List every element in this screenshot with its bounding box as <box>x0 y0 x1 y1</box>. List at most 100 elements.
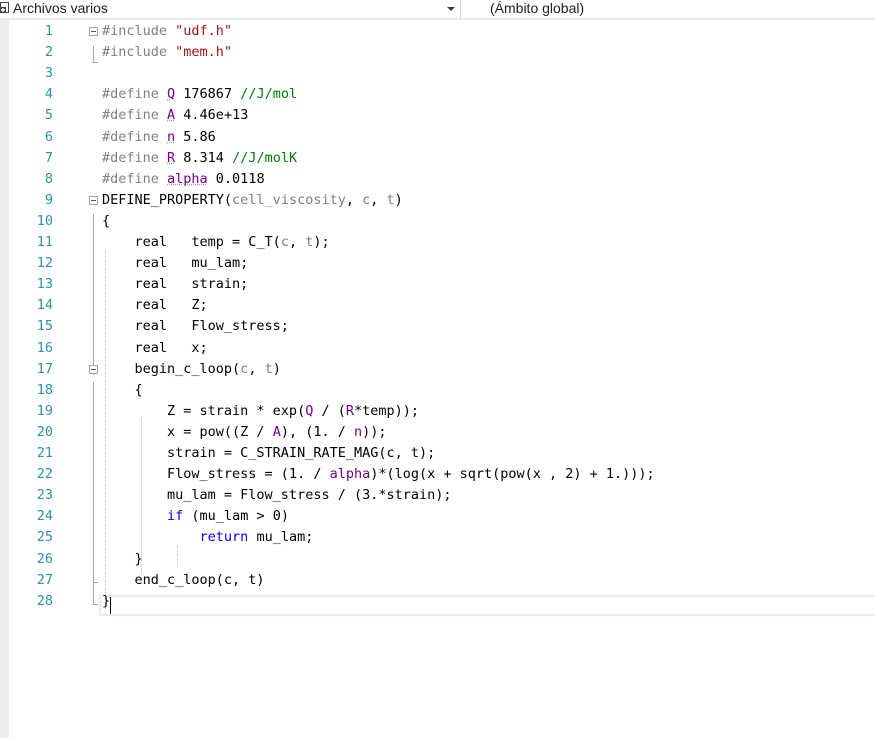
code-line[interactable]: 10 { <box>0 211 875 232</box>
code-text[interactable]: mu_lam = Flow_stress / (3.*strain); <box>102 485 452 506</box>
code-text[interactable]: #include "mem.h" <box>102 42 232 63</box>
line-number: 12 <box>36 255 53 271</box>
line-number: 21 <box>36 445 53 461</box>
line-number: 28 <box>36 593 53 609</box>
line-number: 3 <box>44 65 53 81</box>
code-text[interactable]: DEFINE_PROPERTY(cell_viscosity, c, t) <box>102 190 403 211</box>
code-line[interactable]: 25 return mu_lam; <box>0 527 875 548</box>
code-text[interactable]: real temp = C_T(c, t); <box>102 232 330 253</box>
code-text[interactable]: return mu_lam; <box>102 527 314 548</box>
code-line[interactable]: 2 #include "mem.h" <box>0 42 875 63</box>
code-token: 5.86 <box>175 129 216 145</box>
code-token: begin_c_loop( <box>102 361 241 377</box>
code-line[interactable]: 20 x = pow((Z / A), (1. / n)); <box>0 422 875 443</box>
line-number: 13 <box>36 276 53 292</box>
collapse-icon[interactable] <box>89 365 98 374</box>
code-token: A <box>272 424 281 440</box>
code-line[interactable]: 23 mu_lam = Flow_stress / (3.*strain); <box>0 485 875 506</box>
code-text[interactable]: #define A 4.46e+13 <box>102 105 248 126</box>
project-dropdown-label: Archivos varios <box>13 0 108 16</box>
code-token: { <box>102 382 143 398</box>
code-token: cell_viscosity <box>232 192 346 208</box>
code-text[interactable]: { <box>102 380 143 401</box>
code-text[interactable]: strain = C_STRAIN_RATE_MAG(c, t); <box>102 443 435 464</box>
code-text[interactable]: Z = strain * exp(Q / (R*temp)); <box>102 401 419 422</box>
line-number: 11 <box>36 234 53 250</box>
code-token: } <box>102 593 111 609</box>
navigation-bar: Archivos varios (Ámbito global) <box>0 0 875 20</box>
line-number: 14 <box>36 297 53 313</box>
code-line[interactable]: 16 real x; <box>0 338 875 359</box>
collapse-icon[interactable] <box>89 27 98 36</box>
code-line[interactable]: 28} <box>0 591 875 612</box>
code-text[interactable]: real x; <box>102 338 208 359</box>
line-number: 19 <box>36 403 53 419</box>
code-line[interactable]: 26 } <box>0 549 875 570</box>
code-token: #define <box>102 129 168 145</box>
code-token: , <box>288 234 306 250</box>
code-token: "udf.h" <box>175 23 233 39</box>
code-text[interactable]: #define n 5.86 <box>102 127 216 148</box>
code-text[interactable]: { <box>102 211 110 232</box>
code-text[interactable]: end_c_loop(c, t) <box>102 570 265 591</box>
code-editor[interactable]: 1 #include "udf.h" 2 #include "mem.h" 3 4 #def… <box>0 20 875 738</box>
code-line[interactable]: 3 <box>0 63 875 84</box>
code-token: / ( <box>313 403 346 419</box>
code-line[interactable]: 22 Flow_stress = (1. / alpha)*(log(x + s… <box>0 464 875 485</box>
code-line[interactable]: 21 strain = C_STRAIN_RATE_MAG(c, t); <box>0 443 875 464</box>
code-line[interactable]: 19 Z = strain * exp(Q / (R*temp)); <box>0 401 875 422</box>
code-text[interactable]: begin_c_loop(c, t) <box>102 359 281 380</box>
code-line[interactable]: 4 #define Q 176867 //J/mol <box>0 84 875 105</box>
code-token: DEFINE_PROPERTY( <box>102 192 233 208</box>
code-line[interactable]: 12 real mu_lam; <box>0 253 875 274</box>
code-line[interactable]: 27 end_c_loop(c, t) <box>0 570 875 591</box>
code-token: (mu_lam > 0) <box>183 508 289 524</box>
scope-dropdown[interactable]: (Ámbito global) <box>478 0 875 18</box>
code-token: real x; <box>102 340 208 356</box>
code-token: Z = strain * exp( <box>102 403 306 419</box>
code-token: t <box>386 192 395 208</box>
code-line[interactable]: 17 begin_c_loop(c, t) <box>0 359 875 380</box>
code-line[interactable]: 5 #define A 4.46e+13 <box>0 105 875 126</box>
code-token: #define <box>102 171 168 187</box>
code-text[interactable]: x = pow((Z / A), (1. / n)); <box>102 422 387 443</box>
code-text[interactable]: } <box>102 591 110 612</box>
code-token: "mem.h" <box>175 44 233 60</box>
code-text[interactable]: real strain; <box>102 274 249 295</box>
line-number: 4 <box>44 86 53 102</box>
code-text[interactable]: if (mu_lam > 0) <box>102 506 289 527</box>
code-line[interactable]: 13 real strain; <box>0 274 875 295</box>
code-text[interactable]: Flow_stress = (1. / alpha)*(log(x + sqrt… <box>102 464 655 485</box>
line-number: 18 <box>36 382 53 398</box>
code-text[interactable]: #define Q 176867 //J/mol <box>102 84 297 105</box>
code-token: n <box>353 424 363 440</box>
collapse-icon[interactable] <box>89 196 98 205</box>
code-text[interactable]: real Flow_stress; <box>102 316 289 337</box>
code-line[interactable]: 9 DEFINE_PROPERTY(cell_viscosity, c, t) <box>0 190 875 211</box>
code-line[interactable]: 7 #define R 8.314 //J/molK <box>0 148 875 169</box>
code-token: x = pow((Z / <box>102 424 273 440</box>
code-line[interactable]: 8 #define alpha 0.0118 <box>0 169 875 190</box>
code-token: end_c_loop(c, t) <box>102 572 265 588</box>
code-line[interactable]: 6 #define n 5.86 <box>0 127 875 148</box>
code-token: #include <box>102 23 176 39</box>
code-line[interactable]: 15 real Flow_stress; <box>0 316 875 337</box>
code-text[interactable]: real mu_lam; <box>102 253 249 274</box>
code-line[interactable]: 11 real temp = C_T(c, t); <box>0 232 875 253</box>
chevron-down-icon[interactable] <box>447 7 455 11</box>
code-token: mu_lam = Flow_stress / (3.*strain); <box>102 487 452 503</box>
code-token: t <box>264 361 273 377</box>
code-line[interactable]: 24 if (mu_lam > 0) <box>0 506 875 527</box>
code-line[interactable]: 18 { <box>0 380 875 401</box>
line-number: 5 <box>44 107 53 123</box>
code-text[interactable]: real Z; <box>102 295 208 316</box>
project-dropdown[interactable]: Archivos varios <box>0 0 461 18</box>
code-text[interactable]: } <box>102 549 143 570</box>
code-text[interactable]: #include "udf.h" <box>102 21 232 42</box>
code-text[interactable]: #define alpha 0.0118 <box>102 169 265 190</box>
code-line[interactable]: 1 #include "udf.h" <box>0 21 875 42</box>
code-line[interactable]: 14 real Z; <box>0 295 875 316</box>
code-text[interactable]: #define R 8.314 //J/molK <box>102 148 297 169</box>
